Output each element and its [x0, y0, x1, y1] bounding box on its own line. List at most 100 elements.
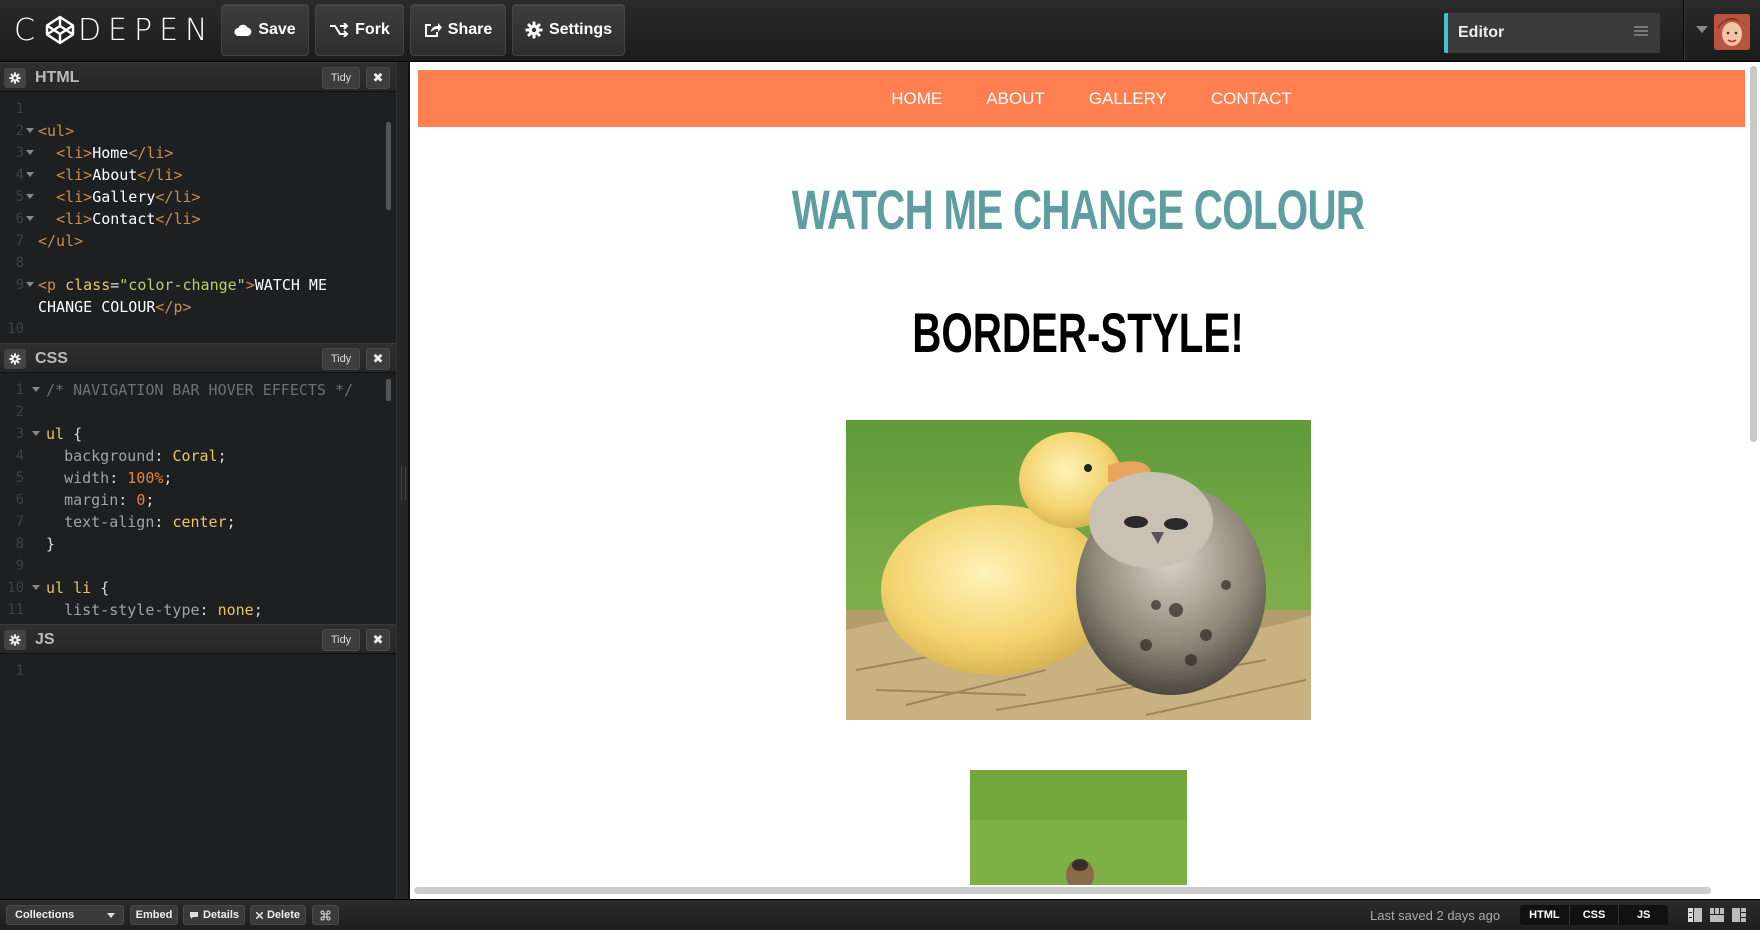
- settings-label: Settings: [548, 21, 613, 38]
- fold-arrow-icon[interactable]: [32, 431, 40, 436]
- code-line: 9 <p class="color-change">WATCH ME: [15, 276, 327, 294]
- color-change-heading: WATCH ME CHANGE COLOUR: [791, 178, 1365, 241]
- chevron-down-icon[interactable]: [1696, 26, 1708, 34]
- js-code-editor[interactable]: 1: [0, 654, 396, 899]
- nav-home-link[interactable]: HOME: [891, 89, 942, 109]
- settings-button[interactable]: Settings: [512, 4, 625, 56]
- js-close-button[interactable]: ✖: [366, 629, 390, 651]
- code-line: 5 width: 100%;: [15, 469, 173, 487]
- fold-arrow-icon[interactable]: [32, 585, 40, 590]
- gear-icon: [9, 72, 21, 84]
- code-line: CHANGE COLOUR</p>: [38, 298, 192, 316]
- view-selector-value: Editor: [1458, 24, 1505, 41]
- chevron-down-icon: [107, 912, 115, 918]
- code-line: 8}: [15, 535, 56, 553]
- fold-arrow-icon[interactable]: [26, 282, 34, 287]
- embed-button[interactable]: Embed: [130, 905, 178, 925]
- toggle-html-button[interactable]: HTML: [1520, 905, 1570, 925]
- preview-vertical-scrollbar[interactable]: [1750, 66, 1757, 442]
- fork-button[interactable]: Fork: [315, 4, 404, 56]
- details-label: Details: [202, 909, 240, 921]
- preview-horizontal-scrollbar[interactable]: [414, 887, 1711, 894]
- last-saved-status: Last saved 2 days ago: [1370, 908, 1501, 923]
- toolbar-divider: [1683, 0, 1684, 61]
- duckling-owl-photo: [846, 420, 1311, 720]
- layout-switcher: [1688, 908, 1746, 922]
- fork-label: Fork: [355, 21, 390, 38]
- fold-arrow-icon[interactable]: [26, 194, 34, 199]
- footer-bar: Collections Embed Details Delete Last sa…: [0, 899, 1760, 930]
- code-line: 10: [7, 321, 24, 337]
- resize-grip[interactable]: [401, 466, 406, 500]
- codepen-logo[interactable]: C DEPEN: [14, 10, 215, 50]
- code-line: 4 background: Coral;: [15, 447, 227, 465]
- html-tidy-button[interactable]: Tidy: [322, 67, 360, 89]
- fold-arrow-icon[interactable]: [26, 172, 34, 177]
- html-settings-button[interactable]: [4, 68, 26, 88]
- fold-arrow-icon[interactable]: [26, 128, 34, 133]
- js-settings-button[interactable]: [4, 630, 26, 650]
- code-line: 10 ul li {: [7, 579, 110, 597]
- css-close-button[interactable]: ✖: [366, 348, 390, 370]
- delete-button[interactable]: Delete: [250, 905, 306, 925]
- css-pane-title: CSS: [35, 350, 68, 367]
- editor-panels: HTML Tidy ✖ 1 2 <ul> 3 <li>Home</li> 4 <l…: [0, 62, 396, 899]
- layout-top-icon[interactable]: [1710, 908, 1724, 922]
- preview-frame: HOME ABOUT GALLERY CONTACT WATCH ME CHAN…: [410, 62, 1760, 899]
- share-button[interactable]: Share: [410, 4, 506, 56]
- grass-bird-photo: [970, 770, 1187, 885]
- toggle-js-button[interactable]: JS: [1619, 905, 1668, 925]
- code-line: 7 </ul>: [15, 232, 84, 250]
- save-label: Save: [258, 21, 296, 38]
- layout-left-icon[interactable]: [1688, 908, 1702, 922]
- nav-gallery-link[interactable]: GALLERY: [1089, 89, 1167, 109]
- border-style-heading: BORDER-STYLE!: [912, 301, 1244, 364]
- fold-arrow-icon[interactable]: [26, 216, 34, 221]
- code-line: 1: [15, 101, 24, 117]
- avatar[interactable]: [1714, 14, 1750, 50]
- collections-dropdown[interactable]: Collections: [6, 905, 124, 925]
- code-line: 1: [15, 663, 24, 679]
- code-line: 2: [15, 404, 24, 420]
- css-scrollbar[interactable]: [386, 379, 391, 401]
- logo-text: C DEPEN: [14, 12, 215, 48]
- layout-right-icon[interactable]: [1732, 908, 1746, 922]
- code-line: 8: [15, 255, 24, 271]
- share-label: Share: [447, 21, 493, 38]
- code-line: 9: [15, 558, 24, 574]
- fold-arrow-icon[interactable]: [26, 150, 34, 155]
- code-line: 5 <li>Gallery</li>: [15, 188, 201, 206]
- code-line: 6 margin: 0;: [15, 491, 155, 509]
- code-line: 6 <li>Contact</li>: [15, 210, 201, 228]
- collections-label: Collections: [15, 909, 75, 921]
- keyboard-shortcuts-button[interactable]: [312, 905, 339, 925]
- delete-label: Delete: [266, 909, 301, 921]
- view-selector[interactable]: Editor: [1444, 13, 1660, 53]
- code-line: 3 <li>Home</li>: [15, 144, 174, 162]
- html-pane-title: HTML: [35, 69, 80, 86]
- toggle-css-button[interactable]: CSS: [1570, 905, 1620, 925]
- fold-arrow-icon[interactable]: [32, 387, 40, 392]
- gear-icon: [9, 634, 21, 646]
- details-button[interactable]: Details: [183, 905, 245, 925]
- code-line: 1/* NAVIGATION BAR HOVER EFFECTS */: [15, 381, 354, 399]
- css-tidy-button[interactable]: Tidy: [322, 348, 360, 370]
- fork-icon: [330, 23, 349, 37]
- nav-contact-link[interactable]: CONTACT: [1211, 89, 1292, 109]
- css-pane-header: CSS Tidy ✖: [0, 343, 396, 373]
- gear-icon: [525, 21, 543, 39]
- share-icon: [424, 23, 442, 37]
- html-close-button[interactable]: ✖: [366, 67, 390, 89]
- save-button[interactable]: Save: [221, 4, 309, 56]
- codepen-cube-icon: [45, 15, 75, 44]
- code-line: 2 <ul>: [15, 122, 75, 140]
- js-tidy-button[interactable]: Tidy: [322, 629, 360, 651]
- html-scrollbar[interactable]: [386, 122, 391, 210]
- command-key-icon: [320, 910, 331, 920]
- view-toggle-group: HTML CSS JS: [1520, 905, 1668, 925]
- cloud-icon: [234, 24, 252, 37]
- js-pane-title: JS: [35, 631, 55, 648]
- css-settings-button[interactable]: [4, 349, 26, 369]
- gear-icon: [9, 353, 21, 365]
- nav-about-link[interactable]: ABOUT: [986, 89, 1045, 109]
